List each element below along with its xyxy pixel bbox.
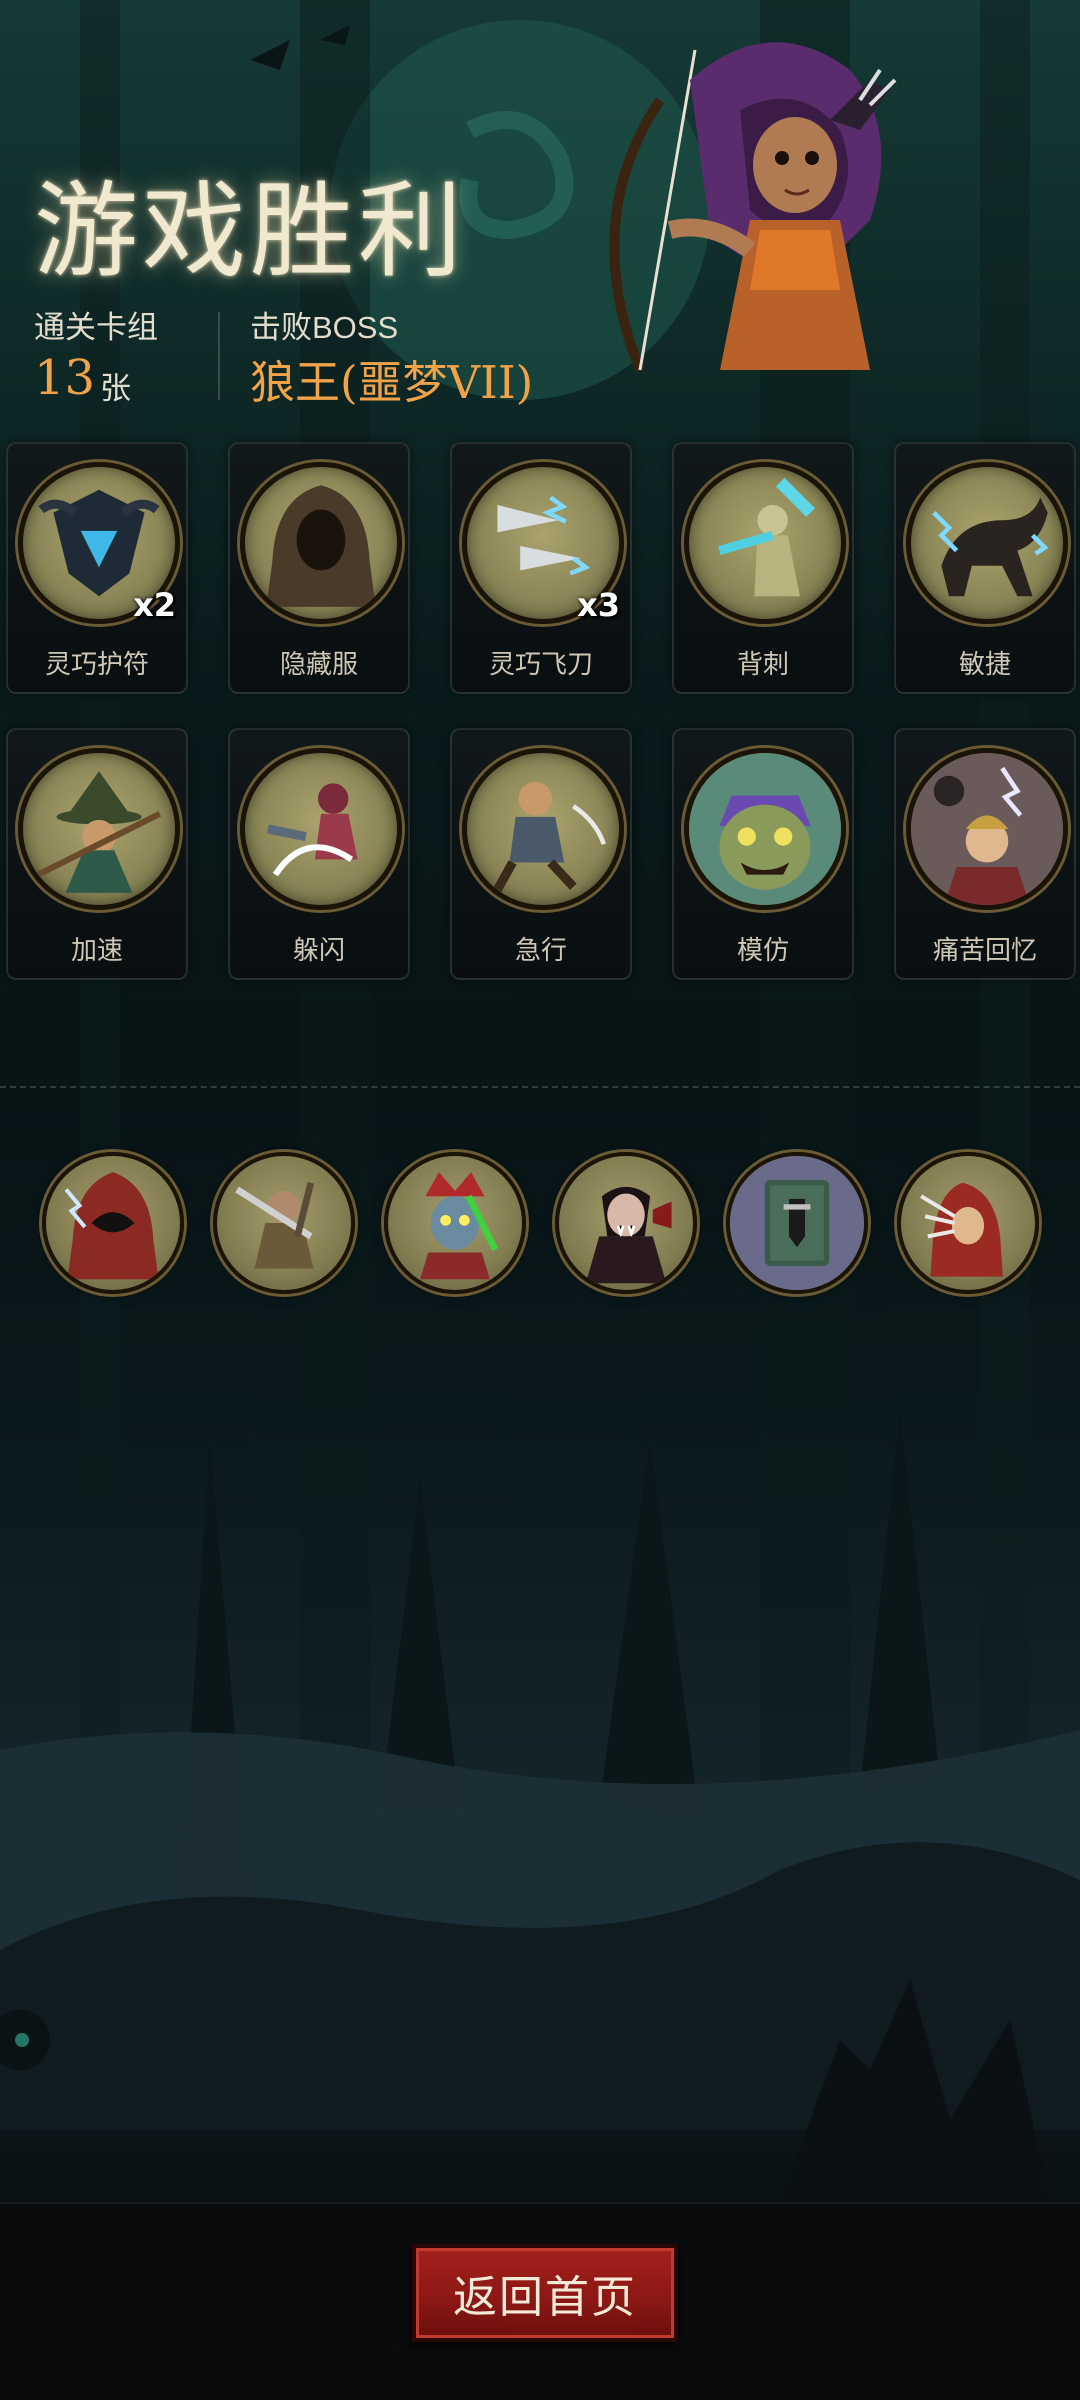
- dash-icon: [462, 748, 624, 910]
- card-label: 躲闪: [292, 935, 345, 965]
- red-hood-icon[interactable]: [897, 1152, 1039, 1294]
- card-item[interactable]: 敏捷: [894, 442, 1076, 694]
- card-item[interactable]: x3 灵巧飞刀: [450, 442, 632, 694]
- backstab-icon: [684, 462, 846, 624]
- swordsman-icon[interactable]: [213, 1152, 355, 1294]
- witch-icon: [18, 748, 180, 910]
- deck-count: 13: [34, 350, 96, 406]
- painful-memory-icon: [906, 748, 1068, 910]
- card-item[interactable]: 隐藏服: [228, 442, 410, 694]
- card-label: 隐藏服: [279, 649, 358, 679]
- hooded-figure-icon[interactable]: [42, 1152, 184, 1294]
- dodge-icon: [240, 748, 402, 910]
- card-label: 敏捷: [958, 649, 1011, 679]
- card-label: 灵巧护符: [44, 649, 149, 679]
- boss-label: 击败BOSS: [250, 310, 399, 345]
- card-count: x3: [577, 586, 620, 624]
- card-item[interactable]: 模仿: [672, 728, 854, 980]
- card-item[interactable]: x2 灵巧护符: [6, 442, 188, 694]
- card-item[interactable]: 背刺: [672, 442, 854, 694]
- goblin-face-icon: [684, 748, 846, 910]
- return-home-button[interactable]: 返回首页: [412, 2244, 678, 2342]
- card-label: 灵巧飞刀: [488, 649, 593, 679]
- deck-label: 通关卡组: [34, 310, 158, 345]
- hood-icon: [240, 462, 402, 624]
- card-count: x2: [133, 586, 176, 624]
- book-icon[interactable]: [726, 1152, 868, 1294]
- victory-title: 游戏胜利: [34, 170, 467, 292]
- card-item[interactable]: 痛苦回忆: [894, 728, 1076, 980]
- card-item[interactable]: 躲闪: [228, 728, 410, 980]
- hero-archer-illustration: [609, 42, 897, 372]
- vampire-icon[interactable]: [555, 1152, 697, 1294]
- boss-name: 狼王(噩梦VII): [250, 356, 534, 409]
- card-label: 加速: [70, 935, 123, 965]
- header-divider: [218, 312, 220, 400]
- jester-icon[interactable]: [384, 1152, 526, 1294]
- card-item[interactable]: 加速: [6, 728, 188, 980]
- section-divider: [0, 1086, 1080, 1088]
- card-item[interactable]: 急行: [450, 728, 632, 980]
- deck-count-unit: 张: [100, 371, 131, 406]
- card-label: 痛苦回忆: [932, 935, 1037, 965]
- card-label: 背刺: [736, 649, 789, 679]
- panther-icon: [906, 462, 1068, 624]
- card-label: 模仿: [736, 935, 789, 965]
- card-label: 急行: [514, 935, 567, 965]
